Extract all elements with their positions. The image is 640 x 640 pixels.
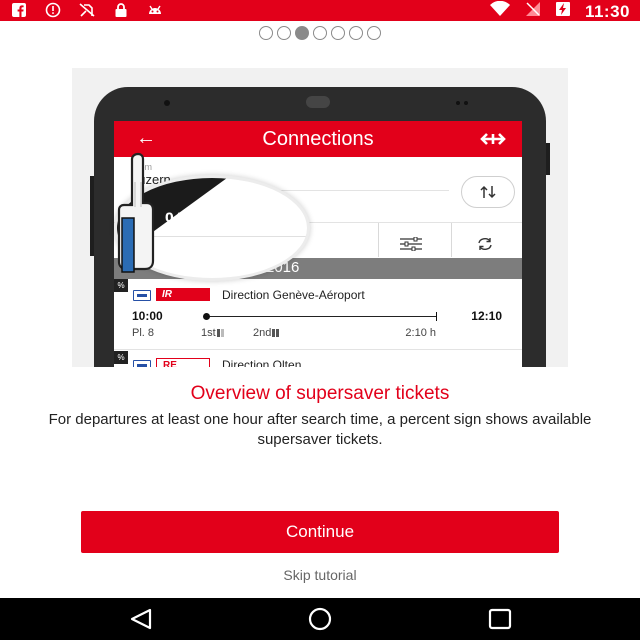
pager-dot[interactable]: [313, 26, 327, 40]
back-nav-icon[interactable]: [128, 607, 154, 636]
system-nav-bar: [0, 598, 640, 640]
pager-dot[interactable]: [259, 26, 273, 40]
wifi-icon: [489, 0, 511, 22]
phone-camera: [164, 100, 170, 106]
connection-row: % IR Direction Genève-Aéroport 10:00 12:…: [114, 279, 522, 349]
pager-indicator: [0, 26, 640, 40]
facebook-icon: [10, 2, 28, 18]
train-category: RE: [156, 358, 210, 367]
no-sim-icon: [78, 2, 96, 18]
status-bar: 11:30: [0, 0, 640, 21]
pager-dot[interactable]: [331, 26, 345, 40]
app-bar: ← Connections: [114, 121, 522, 157]
alert-icon: [44, 2, 62, 18]
connection-row: % RE Direction Olten: [114, 351, 522, 367]
phone-sensor: [456, 101, 460, 105]
continue-button[interactable]: Continue: [81, 511, 559, 553]
train-category: IR: [156, 288, 210, 301]
phone-sensor: [464, 101, 468, 105]
duration: 2:10 h: [405, 327, 436, 339]
recents-nav-icon[interactable]: [487, 607, 513, 636]
occupancy-bar: [272, 329, 276, 338]
platform: Pl. 8: [132, 327, 155, 339]
train-badge-icon: [133, 360, 151, 367]
swap-stations-button: [461, 176, 515, 208]
second-class-occupancy: 2nd: [253, 327, 280, 339]
percent-tab: %: [114, 351, 128, 364]
swap-icon: [480, 185, 496, 199]
pager-dot[interactable]: [277, 26, 291, 40]
skip-tutorial-link[interactable]: Skip tutorial: [0, 567, 640, 583]
app-title: Connections: [262, 128, 374, 150]
sbb-logo-icon: [478, 132, 508, 151]
refresh-icon: [476, 237, 494, 256]
tutorial-description: For departures at least one hour after s…: [48, 411, 592, 448]
pager-dot-active[interactable]: [295, 26, 309, 40]
first-class-label: 1st: [201, 327, 216, 339]
occupancy-bar: [216, 329, 220, 338]
tutorial-illustration: ← Connections From Luzern 2016: [72, 68, 568, 367]
direction-text: Direction Genève-Aéroport: [222, 288, 365, 302]
android-icon: [146, 2, 164, 18]
second-class-label: 2nd: [253, 327, 272, 339]
occupancy-bar: [220, 329, 224, 338]
battery-charging-icon: [555, 1, 571, 22]
divider: [451, 223, 452, 257]
train-badge-icon: [133, 290, 151, 301]
clock: 11:30: [584, 1, 630, 21]
home-nav-icon[interactable]: [306, 607, 334, 636]
divider: [114, 349, 522, 350]
pointing-hand-icon: [116, 152, 156, 279]
phone-speaker: [306, 96, 330, 108]
phone-side-button: [546, 143, 550, 175]
pager-dot[interactable]: [349, 26, 363, 40]
pager-dot[interactable]: [367, 26, 381, 40]
occupancy-bar: [276, 329, 280, 338]
no-signal-icon: [525, 1, 541, 22]
percent-tab: %: [114, 279, 128, 292]
journey-timeline: [203, 312, 437, 321]
arrival-time: 12:10: [471, 309, 502, 323]
direction-text: Direction Olten: [222, 358, 302, 367]
magnifier-percent: %: [165, 208, 185, 233]
filter-icon: [400, 236, 422, 256]
lock-icon: [112, 2, 130, 18]
tutorial-title: Overview of supersaver tickets: [190, 383, 450, 404]
first-class-occupancy: 1st: [201, 327, 224, 339]
departure-time: 10:00: [132, 309, 163, 323]
divider: [378, 223, 379, 257]
